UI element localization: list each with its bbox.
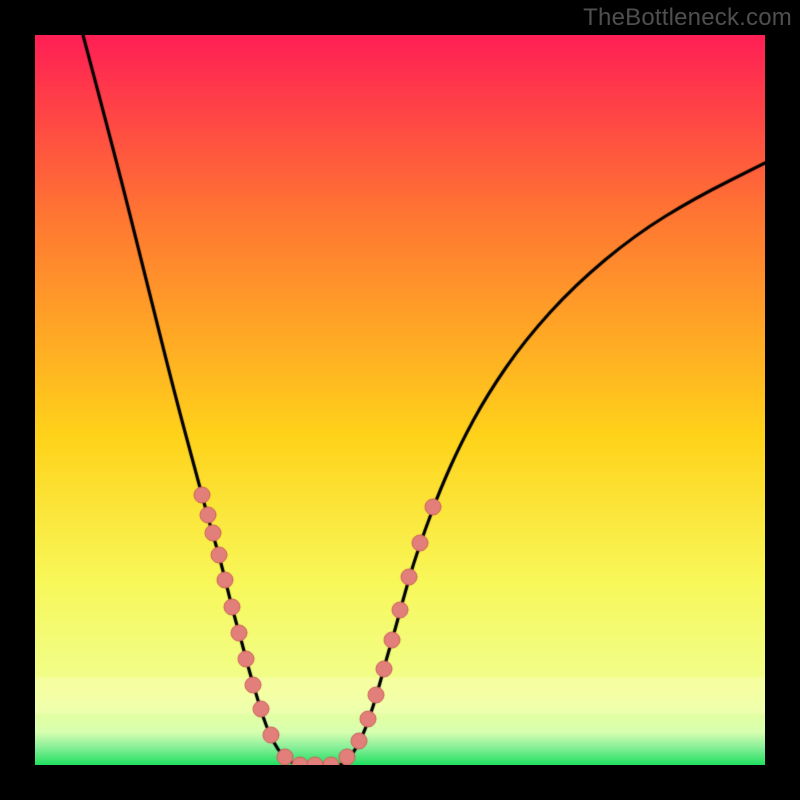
plot-area — [35, 35, 765, 765]
chart-frame: TheBottleneck.com — [0, 0, 800, 800]
curve-layer — [35, 35, 765, 765]
watermark-text: TheBottleneck.com — [583, 4, 792, 32]
